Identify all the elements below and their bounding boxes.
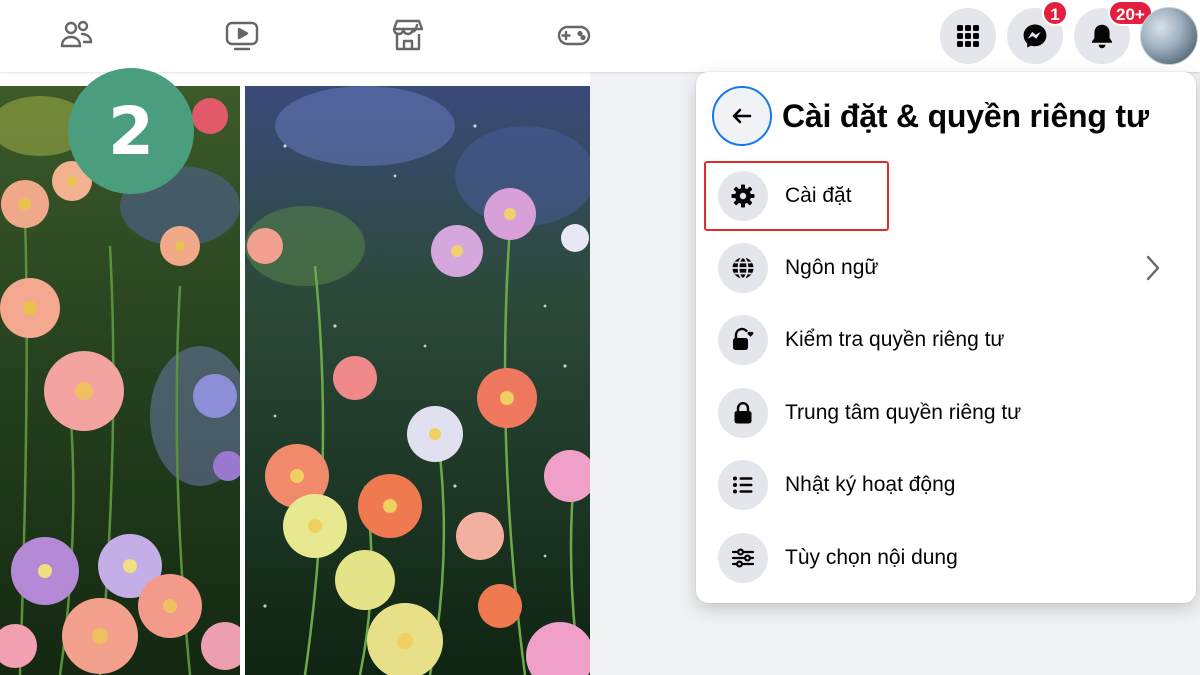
notifications-button[interactable]: 20+	[1074, 0, 1153, 64]
top-navigation-bar: 1 20+	[0, 0, 1200, 72]
menu-item-label: Ngôn ngữ	[785, 256, 879, 279]
list-icon	[733, 476, 753, 494]
messenger-unread-badge: 1	[1042, 0, 1068, 26]
menu-item-content-preferences[interactable]: Tùy chọn nội dung	[708, 526, 1184, 590]
settings-privacy-menu: Cài đặt & quyền riêng tư Cài đặt Ngôn ng…	[696, 72, 1196, 603]
step-number-badge: 2	[68, 68, 194, 194]
friends-icon	[60, 20, 93, 48]
arrow-left-icon	[732, 108, 752, 124]
lock-heart-icon	[733, 327, 754, 350]
menu-item-privacy-checkup[interactable]: Kiểm tra quyền riêng tư	[708, 308, 1184, 372]
menu-item-settings[interactable]: Cài đặt	[708, 164, 1184, 228]
grid-menu-icon	[957, 25, 979, 47]
nav-tab-gaming[interactable]	[519, 0, 629, 70]
globe-icon	[732, 256, 754, 280]
back-button[interactable]	[712, 86, 772, 146]
menu-item-language[interactable]: Ngôn ngữ	[708, 236, 1184, 300]
menu-item-label: Trung tâm quyền riêng tư	[785, 401, 1022, 424]
nav-tab-marketplace[interactable]	[353, 0, 463, 70]
menu-item-activity-log[interactable]: Nhật ký hoạt động	[708, 453, 1184, 517]
menu-item-icon-wrap	[718, 243, 768, 293]
sliders-icon	[731, 548, 755, 568]
menu-item-label: Cài đặt	[785, 184, 852, 207]
avatar[interactable]	[1140, 7, 1198, 65]
marketplace-icon	[392, 19, 424, 51]
gaming-icon	[557, 25, 591, 46]
messenger-button[interactable]: 1	[1007, 0, 1068, 64]
menu-item-icon-wrap	[718, 533, 768, 583]
chevron-right-icon	[1146, 255, 1160, 281]
nav-tab-friends[interactable]	[21, 0, 131, 70]
bell-icon	[1092, 24, 1112, 49]
menu-item-privacy-center[interactable]: Trung tâm quyền riêng tư	[708, 381, 1184, 445]
menu-item-label: Kiểm tra quyền riêng tư	[785, 328, 1005, 351]
menu-item-icon-wrap	[718, 315, 768, 365]
menu-item-icon-wrap	[718, 460, 768, 510]
menu-header: Cài đặt & quyền riêng tư	[712, 86, 1149, 146]
menu-item-icon-wrap	[718, 388, 768, 438]
lock-icon	[734, 402, 752, 424]
menu-item-label: Nhật ký hoạt động	[785, 473, 956, 496]
menu-button[interactable]	[940, 8, 996, 64]
menu-title: Cài đặt & quyền riêng tư	[782, 97, 1149, 134]
nav-tab-video[interactable]	[187, 0, 297, 70]
messenger-icon	[1023, 24, 1047, 48]
video-icon	[225, 21, 259, 51]
menu-item-icon-wrap	[718, 171, 768, 221]
menu-item-label: Tùy chọn nội dung	[785, 546, 958, 569]
gear-icon	[731, 184, 755, 208]
flower-photo-right	[245, 86, 590, 675]
